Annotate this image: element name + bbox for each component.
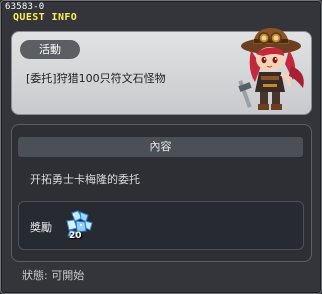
window-title: QUEST INFO xyxy=(13,12,78,23)
quest-status: 狀態: 可開始 xyxy=(22,269,85,282)
category-badge: 活動 xyxy=(20,40,80,59)
reward-quantity: 20 xyxy=(69,231,82,241)
quest-title: [委托]狩猎100只符文石怪物 xyxy=(26,72,166,85)
quest-npc-portrait xyxy=(238,28,304,110)
reward-label: 獎勵 xyxy=(30,221,52,234)
quest-info-window: 63583-0 QUEST INFO 活動 [委托]狩猎100只符文石怪物 內容… xyxy=(0,0,322,294)
quest-description: 开拓勇士卡梅隆的委托 xyxy=(30,173,140,186)
reward-box xyxy=(18,201,304,250)
quest-id-label: 63583-0 xyxy=(5,2,45,12)
details-section-header: 內容 xyxy=(18,137,303,157)
